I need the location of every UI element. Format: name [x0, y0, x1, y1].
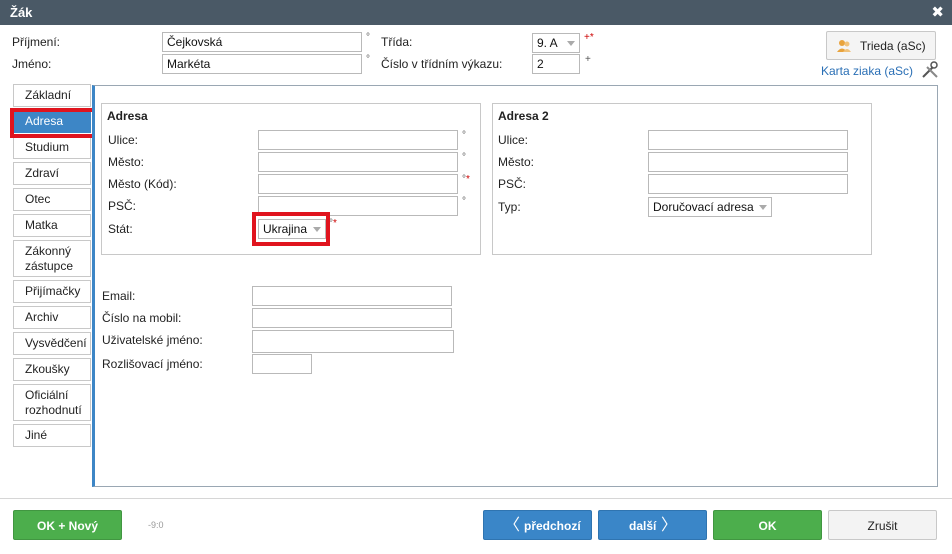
- address2-zip-input[interactable]: [648, 174, 848, 194]
- ok-new-button[interactable]: OK + Nový: [13, 510, 122, 540]
- close-icon[interactable]: ✖: [931, 3, 944, 21]
- city-code-label: Město (Kód):: [108, 177, 177, 191]
- mobile-input[interactable]: [252, 308, 452, 328]
- trieda-button-label: Trieda (aSc): [860, 39, 926, 53]
- tab-jine[interactable]: Jiné: [13, 424, 91, 447]
- class-value: 9. A: [537, 36, 558, 50]
- report-number-input[interactable]: 2: [532, 54, 580, 74]
- report-number-marker: +: [585, 54, 591, 65]
- tab-zakonny-zastupce[interactable]: Zákonný zástupce: [13, 240, 91, 277]
- chevron-left-icon: 〈: [504, 517, 521, 534]
- class-required-marker: +*: [584, 32, 594, 43]
- class-marker: +*: [584, 32, 594, 43]
- city-code-required-marker: *: [466, 174, 470, 185]
- city-code-input[interactable]: [258, 174, 458, 194]
- surname-marker: °: [366, 32, 370, 43]
- zip-label: PSČ:: [108, 199, 137, 213]
- ok-button[interactable]: OK: [713, 510, 822, 540]
- chevron-down-icon: [567, 41, 575, 46]
- address2-zip-label: PSČ:: [498, 177, 527, 191]
- street-input[interactable]: [258, 130, 458, 150]
- address2-type-value: Doručovací adresa: [653, 200, 754, 214]
- address2-city-input[interactable]: [648, 152, 848, 172]
- tab-matka[interactable]: Matka: [13, 214, 91, 237]
- tab-otec[interactable]: Otec: [13, 188, 91, 211]
- tab-vysvedceni[interactable]: Vysvědčení: [13, 332, 91, 355]
- distinguishing-name-input[interactable]: [252, 354, 312, 374]
- distinguishing-name-label: Rozlišovací jméno:: [102, 357, 203, 371]
- city-input[interactable]: [258, 152, 458, 172]
- chevron-right-icon: 〉: [661, 517, 678, 534]
- street-label: Ulice:: [108, 133, 139, 147]
- country-marker: °*: [329, 218, 337, 229]
- tab-zakladni[interactable]: Základní: [13, 84, 91, 107]
- trieda-button[interactable]: Trieda (aSc): [826, 31, 936, 60]
- username-input[interactable]: [252, 330, 454, 353]
- address2-type-select[interactable]: Doručovací adresa: [648, 197, 772, 217]
- chevron-down-icon: [759, 205, 767, 210]
- city-label: Město:: [108, 155, 145, 169]
- class-select[interactable]: 9. A: [532, 33, 580, 53]
- surname-label: Příjmení:: [12, 35, 61, 49]
- name-marker: °: [366, 54, 370, 65]
- address2-street-label: Ulice:: [498, 133, 529, 147]
- window-title: Žák: [10, 5, 33, 20]
- tools-icon[interactable]: [921, 61, 939, 79]
- surname-input[interactable]: Čejkovská: [162, 32, 362, 52]
- highlight-box: [10, 108, 96, 138]
- footer-divider: [0, 498, 952, 499]
- previous-button-label: předchozí: [524, 519, 581, 533]
- city-marker: °: [462, 152, 466, 163]
- address-group-title: Adresa: [107, 109, 148, 123]
- country-highlight-box: [252, 212, 330, 246]
- tab-archiv[interactable]: Archiv: [13, 306, 91, 329]
- class-label: Třída:: [381, 35, 413, 49]
- city-code-marker: °*: [462, 174, 470, 185]
- tab-prijimacky[interactable]: Přijímačky: [13, 280, 91, 303]
- address2-street-input[interactable]: [648, 130, 848, 150]
- tab-oficialni-rozhodnuti[interactable]: Oficiální rozhodnutí: [13, 384, 91, 421]
- zip-marker: °: [462, 196, 466, 207]
- window-titlebar: Žák ✖: [0, 0, 952, 25]
- report-number-label: Číslo v třídním výkazu:: [381, 57, 503, 71]
- karta-ziaka-link[interactable]: Karta ziaka (aSc): [821, 64, 913, 78]
- tab-studium[interactable]: Studium: [13, 136, 91, 159]
- tab-zdravi[interactable]: Zdraví: [13, 162, 91, 185]
- address2-type-label: Typ:: [498, 200, 521, 214]
- tab-zkousky[interactable]: Zkoušky: [13, 358, 91, 381]
- next-button-label: další: [629, 519, 657, 533]
- country-label: Stát:: [108, 222, 133, 236]
- record-counter: -9:0: [148, 520, 164, 530]
- next-button[interactable]: další 〉: [598, 510, 707, 540]
- address2-group-title: Adresa 2: [498, 109, 549, 123]
- street-marker: °: [462, 130, 466, 141]
- country-required-marker: *: [333, 218, 337, 229]
- name-input[interactable]: Markéta: [162, 54, 362, 74]
- email-input[interactable]: [252, 286, 452, 306]
- username-label: Uživatelské jméno:: [102, 333, 203, 347]
- cancel-button[interactable]: Zrušit: [828, 510, 937, 540]
- previous-button[interactable]: 〈 předchozí: [483, 510, 592, 540]
- name-label: Jméno:: [12, 57, 52, 71]
- user-group-icon: [837, 40, 851, 52]
- mobile-label: Číslo na mobil:: [102, 311, 182, 325]
- email-label: Email:: [102, 289, 136, 303]
- address2-city-label: Město:: [498, 155, 535, 169]
